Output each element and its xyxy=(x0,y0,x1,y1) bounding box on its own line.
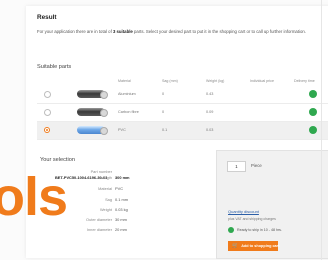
quantity-discount-link[interactable]: Quantity discount xyxy=(228,209,259,214)
ready-to-ship-text: Ready to ship in 10 - 48 hrs. xyxy=(237,228,282,232)
in-stock-icon xyxy=(309,126,317,134)
detail-value: 0.03 kg xyxy=(115,207,128,212)
material-cell: PVC xyxy=(118,128,126,132)
detail-row: Sag 0.1 mm xyxy=(52,197,162,203)
column-header-material: Material xyxy=(118,79,131,83)
detail-value: 20 mm xyxy=(115,227,127,232)
column-header-delivery: Delivery time xyxy=(294,79,315,83)
detail-value: PVC xyxy=(115,186,123,191)
add-to-cart-button[interactable]: 🛒 Add to shopping cart xyxy=(228,241,280,251)
in-stock-icon xyxy=(309,108,317,116)
part-radio[interactable] xyxy=(44,91,51,98)
detail-row: Inner diameter 20 mm xyxy=(52,227,162,233)
weight-cell: 0.03 xyxy=(206,128,214,132)
result-description: For your application there are in total … xyxy=(37,28,328,35)
tube-image xyxy=(77,108,108,117)
ready-check-icon xyxy=(228,227,234,233)
material-cell: Aluminium xyxy=(118,92,136,96)
part-radio-selected[interactable] xyxy=(44,127,50,133)
detail-value: 0.1 mm xyxy=(115,197,128,202)
part-radio[interactable] xyxy=(44,109,51,116)
result-title: Result xyxy=(37,14,57,21)
detail-row: Weight 0.03 kg xyxy=(52,207,162,213)
quantity-unit: Piece xyxy=(251,163,262,168)
sag-cell: 0.1 xyxy=(162,128,168,132)
detail-row: Material PVC xyxy=(52,186,162,192)
brand-logo-text: ols xyxy=(0,167,68,227)
detail-row: Outer diameter 30 mm xyxy=(52,217,162,223)
order-summary: 1 Piece Quantity discount plus VAT and s… xyxy=(216,150,328,259)
detail-value: 300 mm xyxy=(115,175,130,180)
tube-image xyxy=(77,90,108,99)
material-cell: Carbon fibre xyxy=(118,110,139,114)
result-panel: Result For your application there are in… xyxy=(26,6,328,259)
shipping-note: plus VAT and shipping charges xyxy=(228,217,276,221)
part-row-aluminium[interactable]: Aluminium 0 0.43 xyxy=(37,86,328,104)
detail-value: 30 mm xyxy=(115,217,127,222)
sag-cell: 0 xyxy=(162,110,165,114)
selection-title: Your selection xyxy=(40,157,75,163)
detail-key: Inner diameter xyxy=(86,227,112,232)
sag-cell: 0 xyxy=(162,92,165,96)
page-edge-divider xyxy=(321,0,322,260)
column-header-sag: Sag (mm) xyxy=(162,79,178,83)
tube-image xyxy=(77,126,108,135)
description-text-2: parts. Select your desired part to put i… xyxy=(132,29,306,34)
quantity-input[interactable]: 1 xyxy=(227,161,246,172)
column-header-price: Individual price xyxy=(250,79,274,83)
weight-cell: 0.09 xyxy=(206,110,214,114)
cart-button-label: Add to shopping cart xyxy=(241,244,280,248)
part-row-pvc[interactable]: PVC 0.1 0.03 xyxy=(37,122,328,140)
in-stock-icon xyxy=(309,90,317,98)
column-header-weight: Weight (kg) xyxy=(206,79,225,83)
part-row-carbon[interactable]: Carbon fibre 0 0.09 xyxy=(37,104,328,122)
suitable-parts-title: Suitable parts xyxy=(37,64,72,70)
weight-cell: 0.43 xyxy=(206,92,214,96)
description-count: 3 suitable xyxy=(112,29,133,34)
detail-row: Length 300 mm xyxy=(52,175,162,181)
description-text: For your application there are in total … xyxy=(37,29,113,34)
cart-icon: 🛒 xyxy=(232,243,239,249)
